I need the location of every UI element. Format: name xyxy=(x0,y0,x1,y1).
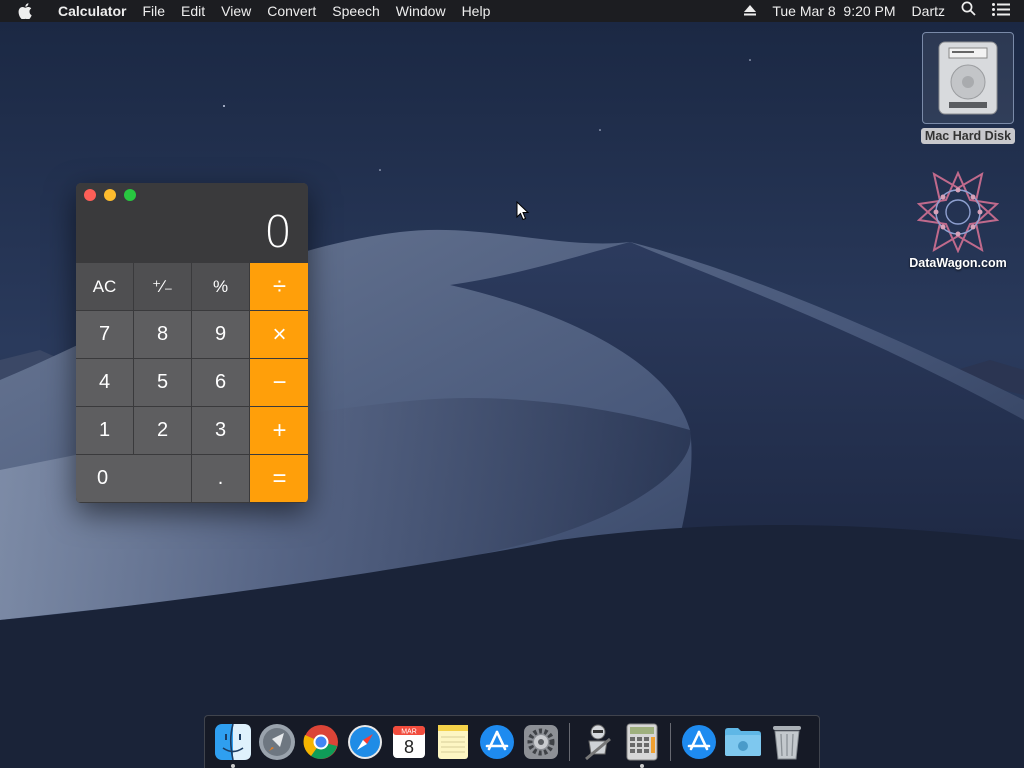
dock-app-store-downloads[interactable] xyxy=(677,720,721,764)
digit-4-button[interactable]: 4 xyxy=(76,359,133,406)
calendar-icon: MAR 8 xyxy=(393,726,425,758)
dock: MAR 8 xyxy=(204,715,820,768)
menu-view[interactable]: View xyxy=(213,0,259,22)
menu-speech[interactable]: Speech xyxy=(324,0,387,22)
running-indicator xyxy=(231,764,235,768)
dock-chrome[interactable] xyxy=(299,720,343,764)
dock-launchpad[interactable] xyxy=(255,720,299,764)
menubar-clock[interactable]: Tue Mar 8 9:20 PM xyxy=(764,0,903,22)
digit-7-button[interactable]: 7 xyxy=(76,311,133,358)
calculator-window: 0 AC ⁺∕₋ % ÷ 7 8 9 × 4 5 6 − 1 2 3 + 0 .… xyxy=(76,183,308,503)
multiply-button[interactable]: × xyxy=(250,311,308,358)
dock-trash[interactable] xyxy=(765,720,809,764)
calculator-app-icon xyxy=(626,723,658,761)
datawagon-logo-icon xyxy=(900,168,1016,256)
launchpad-rocket-icon xyxy=(259,724,295,760)
subtract-button[interactable]: − xyxy=(250,359,308,406)
dock-separator xyxy=(670,723,671,761)
clear-button[interactable]: AC xyxy=(76,263,133,310)
calculator-keypad: AC ⁺∕₋ % ÷ 7 8 9 × 4 5 6 − 1 2 3 + 0 . = xyxy=(76,263,308,503)
close-window-button[interactable] xyxy=(84,189,96,201)
automator-robot-icon xyxy=(585,724,611,761)
notification-center-icon[interactable] xyxy=(984,0,1024,22)
menu-convert[interactable]: Convert xyxy=(259,0,324,22)
digit-9-button[interactable]: 9 xyxy=(192,311,249,358)
dock-calculator[interactable] xyxy=(620,720,664,768)
desktop-icon-label: Mac Hard Disk xyxy=(920,128,1016,144)
app-store-icon xyxy=(682,725,716,759)
zoom-window-button[interactable] xyxy=(124,189,136,201)
chrome-icon xyxy=(303,725,338,759)
digit-1-button[interactable]: 1 xyxy=(76,407,133,454)
spotlight-search-icon[interactable] xyxy=(953,0,984,22)
finder-icon xyxy=(215,723,251,761)
menu-edit[interactable]: Edit xyxy=(173,0,213,22)
digit-5-button[interactable]: 5 xyxy=(134,359,191,406)
dock-finder[interactable] xyxy=(211,720,255,768)
running-indicator xyxy=(640,764,644,768)
dock-calendar[interactable]: MAR 8 xyxy=(387,720,431,764)
digit-2-button[interactable]: 2 xyxy=(134,407,191,454)
menu-file[interactable]: File xyxy=(134,0,173,22)
trash-icon xyxy=(773,726,801,760)
calendar-month-label: MAR xyxy=(401,729,417,736)
folder-icon xyxy=(725,728,761,756)
mouse-cursor-icon xyxy=(516,201,530,221)
safari-compass-icon xyxy=(348,725,382,759)
menubar-user[interactable]: Dartz xyxy=(904,0,953,22)
menu-window[interactable]: Window xyxy=(388,0,454,22)
dock-system-preferences[interactable] xyxy=(519,720,563,764)
calculator-titlebar[interactable]: 0 xyxy=(76,183,308,263)
dock-notes[interactable] xyxy=(431,720,475,764)
dock-separator xyxy=(569,723,570,761)
desktop-icon-datawagon[interactable]: DataWagon.com xyxy=(900,168,1016,270)
app-store-icon xyxy=(480,725,514,759)
calendar-day-label: 8 xyxy=(404,737,414,757)
sign-toggle-button[interactable]: ⁺∕₋ xyxy=(134,263,191,310)
percent-button[interactable]: % xyxy=(192,263,249,310)
notes-icon xyxy=(438,725,468,759)
decimal-button[interactable]: . xyxy=(192,455,249,502)
digit-8-button[interactable]: 8 xyxy=(134,311,191,358)
add-button[interactable]: + xyxy=(250,407,308,454)
divide-button[interactable]: ÷ xyxy=(250,263,308,310)
equals-button[interactable]: = xyxy=(250,455,308,502)
minimize-window-button[interactable] xyxy=(104,189,116,201)
eject-icon[interactable] xyxy=(736,0,764,22)
digit-6-button[interactable]: 6 xyxy=(192,359,249,406)
desktop-icon-hard-disk[interactable]: Mac Hard Disk xyxy=(918,32,1018,145)
menu-help[interactable]: Help xyxy=(454,0,499,22)
dock-safari[interactable] xyxy=(343,720,387,764)
digit-3-button[interactable]: 3 xyxy=(192,407,249,454)
hard-disk-icon xyxy=(922,32,1014,124)
menu-app-name[interactable]: Calculator xyxy=(50,0,134,22)
desktop-icon-label: DataWagon.com xyxy=(909,256,1007,270)
dock-downloads-folder[interactable] xyxy=(721,720,765,764)
dock-app-store[interactable] xyxy=(475,720,519,764)
digit-0-button[interactable]: 0 xyxy=(76,455,191,502)
apple-menu-icon[interactable] xyxy=(0,3,50,19)
gear-icon xyxy=(524,725,558,759)
dock-automator[interactable] xyxy=(576,720,620,764)
calculator-display: 0 xyxy=(264,207,292,258)
menu-bar: Calculator File Edit View Convert Speech… xyxy=(0,0,1024,22)
